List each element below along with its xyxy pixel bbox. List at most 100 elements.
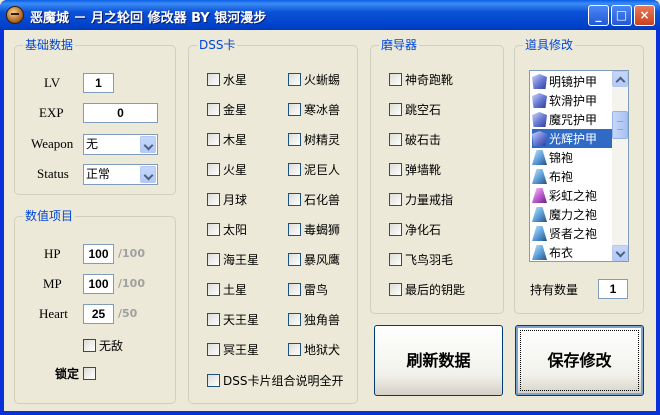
dss-card-checkbox[interactable]: 火星 — [207, 161, 247, 177]
chevron-down-icon[interactable] — [140, 136, 156, 153]
magic-item-checkbox[interactable]: 弹墙靴 — [389, 161, 441, 177]
quantity-field[interactable]: 1 — [598, 279, 628, 299]
item-list-scrollbar[interactable] — [612, 71, 628, 261]
armor-icon — [532, 93, 547, 108]
close-button[interactable]: × — [634, 5, 655, 26]
checkbox-box[interactable] — [207, 342, 220, 356]
mp-field[interactable]: 100 — [83, 274, 114, 294]
item-list-row[interactable]: 布袍 — [532, 167, 612, 186]
dss-card-checkbox[interactable]: 树精灵 — [288, 131, 340, 147]
item-list-label: 锦袍 — [549, 151, 574, 165]
heart-field[interactable]: 25 — [83, 304, 114, 324]
checkbox-box[interactable] — [207, 282, 220, 296]
chevron-down-icon[interactable] — [140, 166, 156, 183]
item-list-label: 布袍 — [549, 170, 574, 184]
item-list-row[interactable]: 贤者之袍 — [532, 224, 612, 243]
magic-item-checkbox[interactable]: 飞鸟羽毛 — [389, 251, 453, 267]
scroll-down-icon[interactable] — [612, 245, 628, 261]
checkbox-box[interactable] — [389, 162, 402, 176]
dss-card-checkbox[interactable]: 海王星 — [207, 251, 259, 267]
dss-card-checkbox[interactable]: 暴风鹰 — [288, 251, 340, 267]
dss-card-checkbox[interactable]: 金星 — [207, 101, 247, 117]
checkbox-box[interactable] — [83, 338, 96, 352]
item-list-row[interactable]: 明镜护甲 — [532, 72, 612, 91]
checkbox-box[interactable] — [288, 222, 301, 236]
castlevania-app-icon[interactable] — [6, 6, 24, 24]
refresh-data-button[interactable]: 刷新数据 — [374, 325, 503, 396]
magic-item-checkbox[interactable]: 力量戒指 — [389, 191, 453, 207]
checkbox-box[interactable] — [207, 72, 220, 86]
dss-card-checkbox[interactable]: 冥王星 — [207, 341, 259, 357]
item-list-row[interactable]: 锦袍 — [532, 148, 612, 167]
checkbox-box[interactable] — [288, 102, 301, 116]
dss-card-checkbox[interactable]: 太阳 — [207, 221, 247, 237]
checkbox-box[interactable] — [288, 192, 301, 206]
checkbox-box[interactable] — [389, 72, 402, 86]
dss-card-checkbox[interactable]: 独角兽 — [288, 311, 340, 327]
checkbox-box[interactable] — [207, 373, 220, 387]
magic-item-checkbox[interactable]: 跳空石 — [389, 101, 441, 117]
title-bar[interactable]: 恶魔城 － 月之轮回 修改器 BY 银河漫步 _ □ × — [0, 0, 660, 30]
lock-checkbox[interactable]: 锁定 — [55, 365, 99, 381]
magic-item-checkbox[interactable]: 净化石 — [389, 221, 441, 237]
dss-card-checkbox[interactable]: 水星 — [207, 71, 247, 87]
checkbox-label: 海王星 — [223, 252, 260, 267]
scroll-thumb[interactable] — [612, 111, 628, 139]
checkbox-box[interactable] — [288, 342, 301, 356]
checkbox-box[interactable] — [207, 102, 220, 116]
magic-item-checkbox[interactable]: 最后的钥匙 — [389, 281, 465, 297]
checkbox-box[interactable] — [389, 192, 402, 206]
dss-card-checkbox[interactable]: 泥巨人 — [288, 161, 340, 177]
checkbox-box[interactable] — [207, 132, 220, 146]
scroll-up-icon[interactable] — [612, 71, 628, 87]
checkbox-box[interactable] — [389, 282, 402, 296]
checkbox-box[interactable] — [207, 162, 220, 176]
dss-card-checkbox[interactable]: 土星 — [207, 281, 247, 297]
status-select[interactable]: 正常 — [83, 164, 158, 185]
lv-field[interactable]: 1 — [83, 73, 114, 93]
checkbox-box[interactable] — [83, 366, 97, 380]
checkbox-box[interactable] — [288, 312, 301, 326]
dss-card-checkbox[interactable]: 雷鸟 — [288, 281, 328, 297]
dss-combo-help-checkbox[interactable]: DSS卡片组合说明全开 — [207, 372, 343, 388]
dss-card-checkbox[interactable]: 木星 — [207, 131, 247, 147]
invincible-checkbox[interactable]: 无敌 — [83, 337, 123, 353]
checkbox-box[interactable] — [207, 312, 220, 326]
checkbox-label: 弹墙靴 — [405, 162, 442, 177]
checkbox-box[interactable] — [288, 252, 301, 266]
item-list-row[interactable]: 软滑护甲 — [532, 91, 612, 110]
checkbox-box[interactable] — [389, 132, 402, 146]
checkbox-box[interactable] — [207, 192, 220, 206]
maximize-button[interactable]: □ — [611, 5, 632, 26]
checkbox-box[interactable] — [288, 72, 301, 86]
item-list-row[interactable]: 彩虹之袍 — [532, 186, 612, 205]
item-list-row[interactable]: 布衣 — [532, 243, 612, 261]
dss-card-checkbox[interactable]: 毒蝎狮 — [288, 221, 340, 237]
checkbox-box[interactable] — [207, 252, 220, 266]
item-list-row[interactable]: 光辉护甲 — [532, 129, 612, 148]
weapon-select[interactable]: 无 — [83, 134, 158, 155]
checkbox-box[interactable] — [288, 162, 301, 176]
dss-card-checkbox[interactable]: 寒冰兽 — [288, 101, 340, 117]
save-changes-button[interactable]: 保存修改 — [515, 325, 644, 396]
dss-card-checkbox[interactable]: 石化兽 — [288, 191, 340, 207]
status-select-value: 正常 — [86, 167, 111, 181]
checkbox-box[interactable] — [389, 102, 402, 116]
minimize-button[interactable]: _ — [588, 5, 609, 26]
magic-item-checkbox[interactable]: 破石击 — [389, 131, 441, 147]
checkbox-box[interactable] — [389, 222, 402, 236]
hp-field[interactable]: 100 — [83, 244, 114, 264]
dss-card-checkbox[interactable]: 火蜥蜴 — [288, 71, 340, 87]
item-list-row[interactable]: 魔力之袍 — [532, 205, 612, 224]
checkbox-box[interactable] — [389, 252, 402, 266]
checkbox-box[interactable] — [207, 222, 220, 236]
item-list-row[interactable]: 魔咒护甲 — [532, 110, 612, 129]
magic-item-checkbox[interactable]: 神奇跑靴 — [389, 71, 453, 87]
checkbox-box[interactable] — [288, 282, 301, 296]
dss-card-checkbox[interactable]: 月球 — [207, 191, 247, 207]
exp-field[interactable]: 0 — [83, 103, 158, 123]
checkbox-box[interactable] — [288, 132, 301, 146]
dss-card-checkbox[interactable]: 天王星 — [207, 311, 259, 327]
dss-card-checkbox[interactable]: 地狱犬 — [288, 341, 340, 357]
item-listbox[interactable]: 明镜护甲软滑护甲魔咒护甲光辉护甲锦袍布袍彩虹之袍魔力之袍贤者之袍布衣囚衣 — [529, 70, 629, 262]
